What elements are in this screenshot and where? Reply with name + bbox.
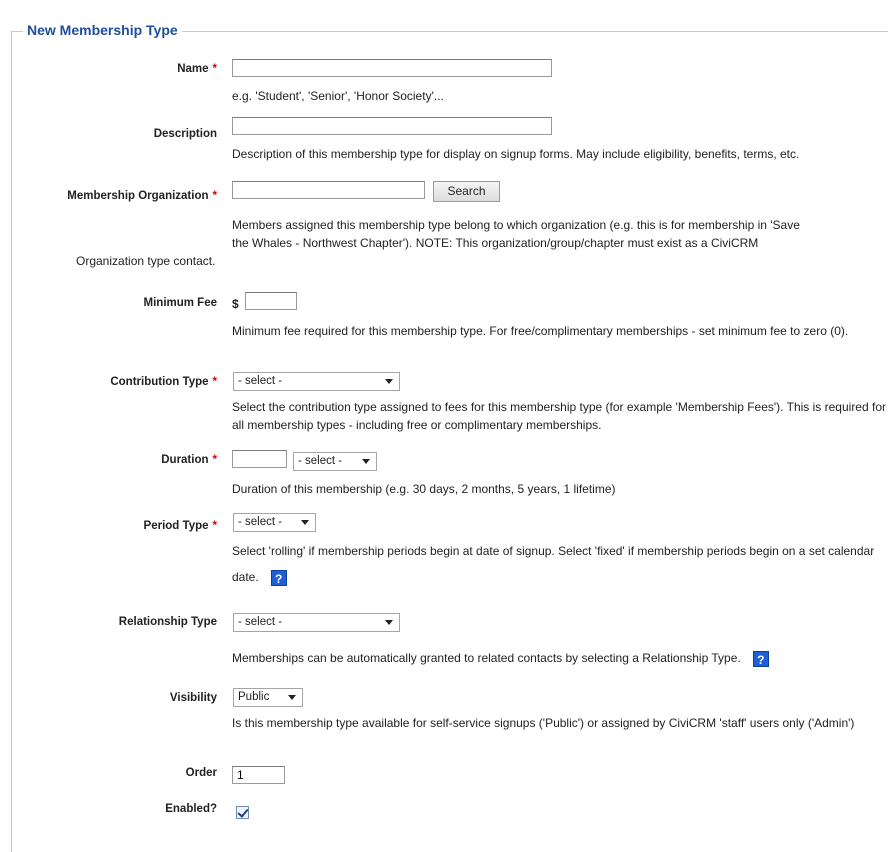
chevron-down-icon (288, 695, 296, 700)
description-input[interactable] (232, 117, 552, 135)
required-marker: * (212, 376, 217, 388)
help-icon[interactable]: ? (752, 650, 769, 667)
period-type-select[interactable]: - select - (233, 513, 316, 532)
enabled-checkbox[interactable] (236, 806, 249, 819)
form-legend: New Membership Type (23, 22, 182, 38)
required-marker: * (212, 454, 217, 466)
currency-symbol: $ (232, 297, 239, 311)
name-input[interactable] (232, 59, 552, 77)
visibility-select[interactable]: Public (233, 688, 303, 707)
chevron-down-icon (385, 620, 393, 625)
required-marker: * (212, 190, 217, 202)
help-icon[interactable]: ? (270, 569, 287, 586)
contribution-type-label: Contribution Type * (110, 376, 217, 388)
chevron-down-icon (301, 520, 309, 525)
contribution-type-help: Select the contribution type assigned to… (232, 400, 886, 432)
duration-label: Duration * (161, 454, 217, 466)
period-type-label: Period Type * (143, 520, 217, 532)
minimum-fee-label: Minimum Fee (143, 297, 217, 309)
visibility-help: Is this membership type available for se… (232, 716, 855, 730)
contribution-type-select[interactable]: - select - (233, 372, 400, 391)
organization-input[interactable] (232, 181, 425, 199)
relationship-type-label: Relationship Type (118, 616, 217, 628)
name-label: Name * (177, 63, 217, 75)
organization-help-2: the Whales - Northwest Chapter'). NOTE: … (232, 236, 759, 250)
description-label: Description (153, 128, 217, 140)
organization-label: Membership Organization * (67, 190, 217, 202)
organization-help-1: Members assigned this membership type be… (232, 218, 800, 232)
visibility-label: Visibility (169, 692, 217, 704)
duration-help: Duration of this membership (e.g. 30 day… (232, 482, 616, 496)
description-help: Description of this membership type for … (232, 147, 800, 161)
order-label: Order (185, 767, 217, 779)
name-help: e.g. 'Student', 'Senior', 'Honor Society… (232, 89, 444, 103)
relationship-type-help: Memberships can be automatically granted… (232, 645, 888, 671)
chevron-down-icon (385, 379, 393, 384)
search-button[interactable]: Search (433, 181, 500, 202)
minimum-fee-input[interactable] (245, 292, 297, 310)
required-marker: * (212, 520, 217, 532)
duration-unit-select[interactable]: - select - (293, 452, 377, 471)
duration-input[interactable] (232, 450, 287, 468)
order-input[interactable] (232, 766, 285, 784)
organization-help-3: Organization type contact. (76, 254, 216, 268)
relationship-type-select[interactable]: - select - (233, 613, 400, 632)
check-icon (237, 806, 249, 818)
chevron-down-icon (362, 459, 370, 464)
period-type-help: Select 'rolling' if membership periods b… (232, 544, 875, 586)
minimum-fee-help: Minimum fee required for this membership… (232, 324, 849, 338)
required-marker: * (212, 63, 217, 75)
enabled-label: Enabled? (165, 803, 217, 815)
